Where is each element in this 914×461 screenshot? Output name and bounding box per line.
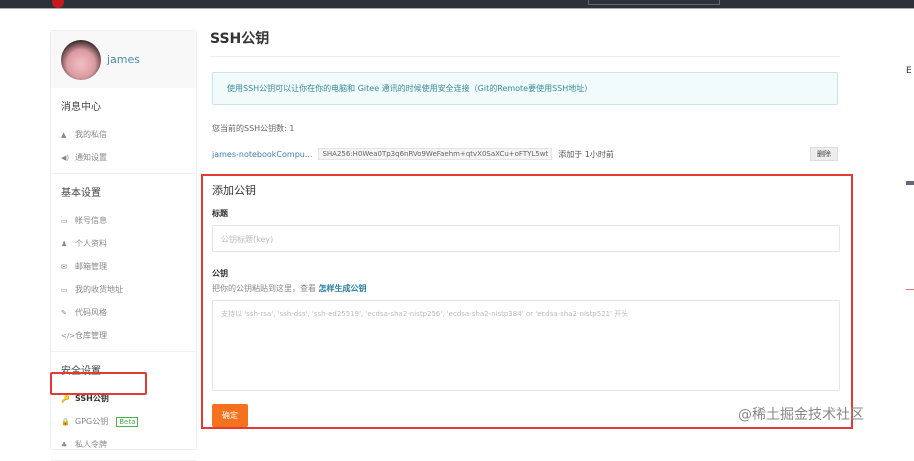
sidebar-item[interactable]: </> 仓库管理 [61,324,186,347]
beta-badge: Beta [116,416,139,427]
key-added-time: 添加于 1小时前 [558,149,614,159]
sidebar-item[interactable]: ✉ 邮箱管理 [61,255,186,278]
username[interactable]: james [107,53,140,66]
form-heading: 添加公钥 [212,184,256,197]
how-to-generate-link[interactable]: 怎样生成公钥 [319,284,367,293]
sidebar-item-label: 个人资料 [75,239,107,248]
watermark: @稀土掘金技术社区 [738,407,864,423]
sidebar-item[interactable]: ♟ 个人资料 [61,232,186,255]
sidebar-item-label: 邮箱管理 [75,262,107,271]
sidebar-item-label: 我的收货地址 [75,285,123,294]
public-key-textarea[interactable]: 支持以 'ssh-rsa', 'ssh-dss', 'ssh-ed25519',… [212,300,840,391]
right-edge-text: E [906,66,912,76]
sidebar-item[interactable]: ▲ 我的私信 [61,123,186,146]
sidebar-item-label: 帐号信息 [75,216,107,225]
add-key-form: 添加公钥 标题 公钥标题(key) 公钥 把你的公钥粘贴到这里，查看 怎样生成公… [212,182,840,427]
mail-icon: ✉ [61,262,67,271]
key-label: 公钥 [212,269,228,278]
sidebar-item-label: 仓库管理 [75,331,107,340]
section-title: 消息中心 [61,102,101,113]
brush-icon: ✎ [61,308,67,317]
info-banner: 使用SSH公钥可以让你在你的电脑和 Gitee 通讯的时候使用安全连接（Git的… [212,72,838,105]
sidebar-item[interactable]: ✎ 代码风格 [61,301,186,324]
sidebar-item[interactable]: 🔒 GPG公钥 Beta [61,410,186,433]
sidebar-item-label: 代码风格 [75,308,107,317]
key-icon: 🔑 [61,394,70,403]
sidebar-section: 安全设置 🔑 SSH公钥 🔒 GPG公钥 Beta ♣ 私人令牌 [51,352,196,461]
title-label: 标题 [212,209,228,218]
key-desc-text: 把你的公钥粘贴到这里，查看 [212,284,316,293]
key-count: 您当前的SSH公钥数: 1 [212,124,295,133]
key-title-input[interactable]: 公钥标题(key) [212,225,840,252]
top-navbar [0,0,914,9]
search-input[interactable] [588,0,720,5]
sidebar-item-label: 私人令牌 [75,440,107,449]
sidebar-item-label: 我的私信 [75,130,107,139]
main-content: SSH公钥 使用SSH公钥可以让你在你的电脑和 Gitee 通讯的时候使用安全连… [210,28,840,161]
avatar[interactable] [61,39,101,80]
sidebar-item[interactable]: ▭ 我的收货地址 [61,278,186,301]
address-icon: ▭ [61,285,68,294]
right-edge-line [906,289,914,290]
user-header: james [51,31,196,88]
bell-icon: ▲ [61,130,67,139]
card-icon: ▭ [61,216,68,225]
key-description: 把你的公钥粘贴到这里，查看 怎样生成公钥 [212,283,840,294]
sidebar-item[interactable]: ▭ 帐号信息 [61,209,186,232]
delete-key-button[interactable]: 删除 [810,147,838,161]
page-title: SSH公钥 [210,28,840,57]
speaker-icon: ◀) [61,153,70,162]
code-icon: </> [61,331,76,340]
right-edge-bar [906,181,914,185]
lock-icon: 🔒 [61,417,70,426]
submit-button[interactable]: 确定 [212,404,248,427]
sidebar-item-label: GPG公钥 [75,417,109,426]
token-icon: ♣ [61,440,68,449]
sidebar-item[interactable]: ♣ 私人令牌 [61,433,186,456]
ssh-key-row: james-notebookCompu... SHA256:H0Wea0Tp3q… [212,147,838,161]
user-icon: ♟ [61,239,68,248]
sidebar-item-label: 通知设置 [75,153,107,162]
ssh-highlight-box [50,372,147,395]
sidebar-item[interactable]: ◀) 通知设置 [61,146,186,169]
key-name-link[interactable]: james-notebookCompu... [212,150,312,159]
sidebar-section: 消息中心 ▲ 我的私信 ◀) 通知设置 [51,88,196,174]
key-fingerprint: SHA256:H0Wea0Tp3q6nRVo9WeFaehm+qtvX0SaXC… [318,148,553,160]
section-title: 基本设置 [61,188,101,199]
gitee-logo[interactable] [52,0,64,8]
sidebar-section: 基本设置 ▭ 帐号信息 ♟ 个人资料 ✉ 邮箱管理 ▭ 我的收货地址 ✎ 代码风格 </> 仓库管理 [51,174,196,352]
